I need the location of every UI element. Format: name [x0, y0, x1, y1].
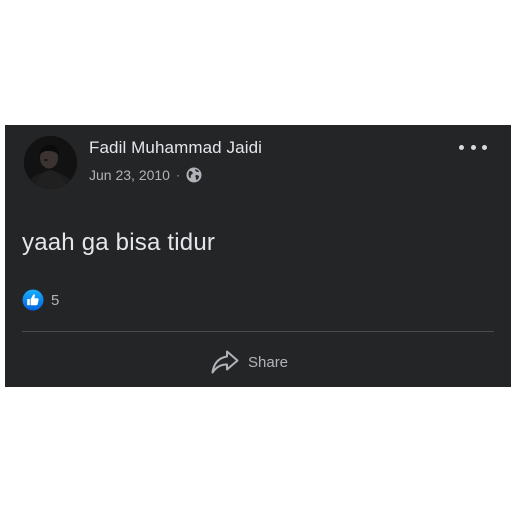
- post-text: yaah ga bisa tidur: [22, 229, 216, 256]
- avatar[interactable]: [24, 136, 77, 189]
- post-date[interactable]: Jun 23, 2010: [89, 167, 170, 183]
- share-icon: [211, 350, 239, 374]
- author-name[interactable]: Fadil Muhammad Jaidi: [89, 138, 262, 158]
- like-count[interactable]: 5: [51, 292, 59, 309]
- avatar-image: [24, 136, 77, 189]
- divider: [22, 331, 494, 332]
- meta-separator: ·: [175, 168, 180, 182]
- post-meta: Jun 23, 2010 ·: [89, 166, 202, 184]
- globe-icon[interactable]: [186, 167, 202, 183]
- post-card: Fadil Muhammad Jaidi Jun 23, 2010 · yaah…: [5, 125, 511, 387]
- reactions-summary[interactable]: 5: [22, 289, 59, 311]
- like-icon: [22, 289, 44, 311]
- share-label: Share: [248, 353, 289, 371]
- share-button[interactable]: Share: [210, 347, 288, 377]
- more-options-icon[interactable]: [459, 140, 487, 154]
